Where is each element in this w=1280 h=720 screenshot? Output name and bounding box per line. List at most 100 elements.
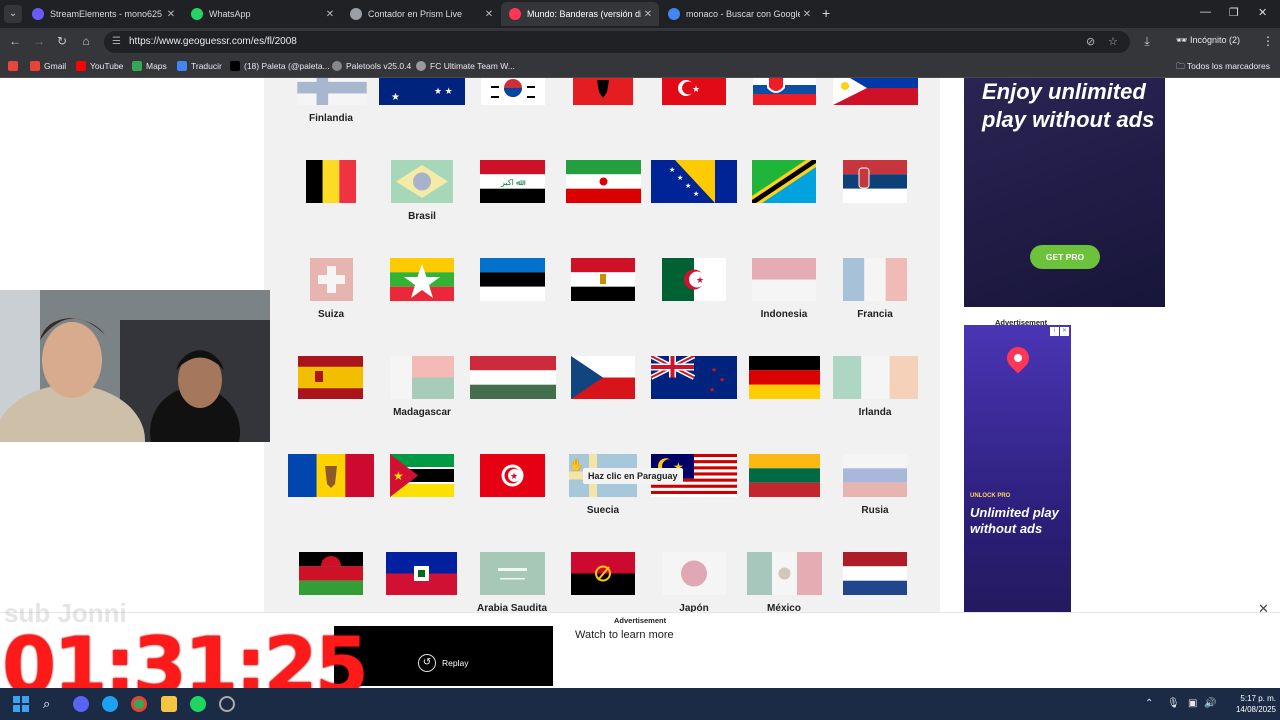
folder-icon: 🗀 [1176, 61, 1185, 71]
close-tab-icon[interactable]: ✕ [164, 9, 178, 20]
tab-whatsapp[interactable]: WhatsApp ✕ [183, 2, 341, 26]
flag-slovakia[interactable] [753, 78, 816, 105]
watch-to-learn-text[interactable]: Watch to learn more [575, 629, 674, 641]
taskbar-clock[interactable]: 5:17 p. m. 14/08/2025 [1222, 693, 1276, 715]
bookmark-x-paleta[interactable]: (18) Paleta (@paleta... [230, 61, 330, 71]
tab-prism-live[interactable]: Contador en Prism Live ✕ [342, 2, 500, 26]
spotify-icon[interactable] [190, 696, 206, 712]
chrome-icon[interactable] [131, 696, 147, 712]
flag-rusia[interactable] [843, 454, 907, 497]
tab-streamelements[interactable]: StreamElements - mono625 ✕ [24, 2, 182, 26]
restore-button[interactable]: ❐ [1229, 6, 1239, 19]
flag-iraq[interactable]: ﷲ اكبر [480, 160, 545, 203]
replay-button[interactable]: ↺ Replay [418, 654, 468, 672]
network-icon[interactable]: ▣ [1188, 698, 1197, 709]
flag-germany[interactable] [749, 356, 820, 399]
back-icon[interactable]: ← [7, 34, 23, 48]
flag-myanmar[interactable] [390, 258, 454, 301]
flag-hungary[interactable] [470, 356, 556, 399]
flag-brasil[interactable] [391, 160, 453, 203]
flag-haiti[interactable] [386, 552, 457, 595]
volume-icon[interactable]: 🔊 [1204, 698, 1216, 709]
flag-suiza[interactable] [310, 258, 353, 301]
flag-new-zealand[interactable]: ★ ★ ★ [651, 356, 737, 399]
flag-australia[interactable]: ★ ★ ★ [379, 78, 465, 105]
minimize-button[interactable]: — [1200, 6, 1211, 18]
flag-lithuania[interactable] [749, 454, 820, 497]
flag-francia[interactable] [843, 258, 907, 301]
bookmark-translate[interactable]: Traducir [177, 61, 222, 71]
geoguessr-pin-icon [1002, 342, 1034, 374]
download-icon[interactable]: ⤓ [1139, 34, 1155, 49]
adchoices-icon[interactable]: i ✕ [1050, 327, 1069, 336]
flag-serbia[interactable] [843, 160, 907, 203]
flag-iran[interactable] [566, 160, 641, 203]
flag-moldova[interactable] [288, 454, 374, 497]
flag-turkey[interactable]: ★ [662, 78, 726, 105]
flag-egypt[interactable] [571, 258, 635, 301]
reload-icon[interactable]: ↻ [54, 34, 70, 48]
tab-search-button[interactable]: ⌄ [4, 5, 22, 23]
svg-text:★: ★ [669, 166, 675, 174]
close-tab-icon[interactable]: ✕ [641, 9, 655, 20]
bookmarks-apps-icon[interactable] [8, 61, 22, 71]
flag-tanzania[interactable] [752, 160, 816, 203]
flag-arabia-saudita[interactable] [480, 552, 545, 595]
eye-off-icon[interactable]: ⊘ [1086, 35, 1095, 48]
flag-philippines[interactable] [833, 78, 918, 105]
close-tab-icon[interactable]: ✕ [800, 9, 814, 20]
flag-malawi[interactable] [299, 552, 363, 595]
bookmark-star-icon[interactable]: ☆ [1108, 35, 1118, 48]
close-ad-icon[interactable]: ✕ [1258, 601, 1269, 617]
bookmark-youtube[interactable]: YouTube [76, 61, 123, 71]
edge-icon[interactable] [102, 696, 118, 712]
flag-mozambique[interactable]: ★ [390, 454, 454, 497]
flag-irlanda[interactable] [833, 356, 918, 399]
microphone-icon[interactable]: 🎙 [1167, 698, 1180, 709]
get-pro-button[interactable]: GET PRO [1030, 245, 1100, 269]
url-text[interactable]: https://www.geoguessr.com/es/fl/2008 [129, 36, 297, 47]
tray-chevron-icon[interactable]: ⌃ [1145, 698, 1153, 709]
flag-angola[interactable] [571, 552, 635, 595]
bookmark-gmail[interactable]: Gmail [30, 61, 66, 71]
forward-icon[interactable]: → [31, 34, 47, 48]
tab-geoguessr[interactable]: Mundo: Banderas (versión difíc ✕ [501, 2, 659, 26]
flag-belgium[interactable] [306, 160, 356, 203]
address-bar[interactable]: ☰ https://www.geoguessr.com/es/fl/2008 ⊘… [104, 31, 1130, 53]
ad-banner-unlimited[interactable]: i ✕ UNLOCK PRO Unlimited play without ads [964, 325, 1071, 613]
flag-albania[interactable] [573, 78, 633, 105]
tab-google-search[interactable]: monaco - Buscar con Google ✕ [660, 2, 818, 26]
flag-algeria[interactable]: ★ [662, 258, 726, 301]
flag-japon[interactable] [662, 552, 726, 595]
all-bookmarks[interactable]: 🗀 Todos los marcadores [1176, 61, 1270, 75]
flag-bosnia[interactable]: ★ ★ ★ ★ [651, 160, 737, 203]
home-icon[interactable]: ⌂ [78, 34, 94, 48]
close-tab-icon[interactable]: ✕ [323, 9, 337, 20]
flag-madagascar[interactable] [390, 356, 454, 399]
bookmark-fc-ultimate[interactable]: FC Ultimate Team W... [416, 61, 515, 71]
app-icon[interactable] [219, 696, 235, 712]
flag-czech-republic[interactable] [571, 356, 635, 399]
close-window-button[interactable]: ✕ [1258, 6, 1267, 19]
flag-tunisia[interactable]: ★ [480, 454, 545, 497]
site-info-icon[interactable]: ☰ [112, 36, 121, 47]
ad-banner-get-pro[interactable]: Enjoy unlimited play without ads GET PRO [964, 78, 1165, 307]
discord-icon[interactable] [73, 696, 89, 712]
bookmark-paletools[interactable]: Paletools v25.0.4 [332, 61, 411, 71]
menu-icon[interactable]: ⋮ [1262, 34, 1274, 48]
flag-spain[interactable] [298, 356, 363, 399]
webcam-overlay [0, 290, 270, 442]
bookmark-maps[interactable]: Maps [132, 61, 167, 71]
flag-south-korea[interactable] [481, 78, 545, 105]
flag-estonia[interactable] [480, 258, 545, 301]
new-tab-button[interactable]: + [822, 5, 830, 21]
incognito-indicator[interactable]: 🕶 Incógnito (2) [1176, 35, 1240, 46]
flag-finlandia[interactable] [297, 78, 367, 105]
windows-start-icon[interactable] [13, 696, 29, 712]
close-tab-icon[interactable]: ✕ [482, 9, 496, 20]
flag-netherlands[interactable] [843, 552, 907, 595]
search-icon[interactable]: ⌕ [43, 696, 59, 712]
flag-mexico[interactable] [747, 552, 822, 595]
flag-indonesia[interactable] [752, 258, 816, 301]
file-explorer-icon[interactable] [161, 696, 177, 712]
